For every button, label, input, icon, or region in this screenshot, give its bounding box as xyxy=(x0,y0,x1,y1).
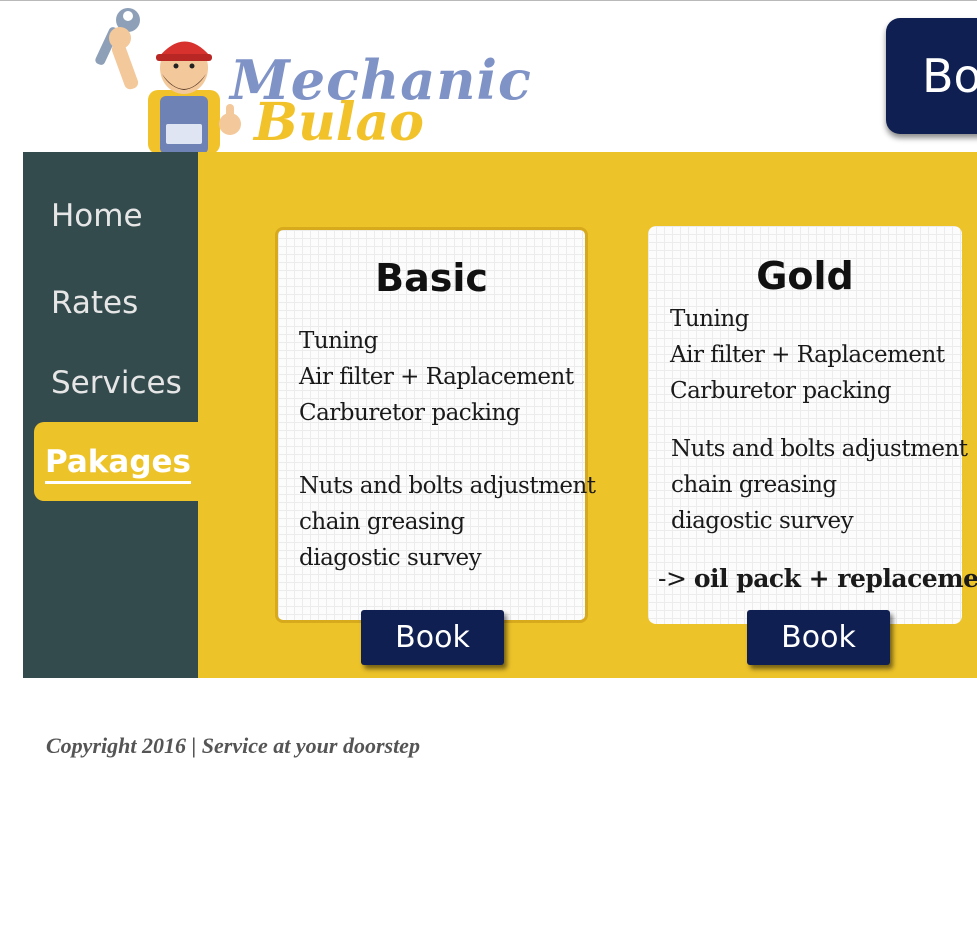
package-card-basic: Basic Tuning Air filter + Raplacement Ca… xyxy=(275,227,596,623)
feature-item: Carburetor packing xyxy=(670,378,892,404)
feature-item: diagostic survey xyxy=(671,508,854,534)
arrow-prefix: -> xyxy=(658,564,687,593)
mechanic-mascot-icon xyxy=(95,8,241,154)
header-book-button[interactable]: Book xyxy=(886,18,977,134)
feature-item: diagostic survey xyxy=(299,545,482,571)
top-divider xyxy=(0,0,977,1)
package-title: Basic xyxy=(375,256,488,300)
book-basic-button[interactable]: Book xyxy=(361,610,504,665)
nav-item-home[interactable]: Home xyxy=(51,198,143,234)
brand-logo[interactable]: Mechanic Bulao xyxy=(90,4,531,154)
feature-item: Nuts and bolts adjustment xyxy=(299,473,596,499)
gold-extra-feature: -> oil pack + replacement xyxy=(658,564,977,593)
feature-item: Nuts and bolts adjustment xyxy=(671,436,968,462)
feature-item: Carburetor packing xyxy=(299,400,521,426)
feature-item: Air filter + Raplacement xyxy=(299,364,574,390)
packages-section: Basic Tuning Air filter + Raplacement Ca… xyxy=(198,152,977,678)
nav-item-rates[interactable]: Rates xyxy=(51,285,138,321)
footer-copyright: Copyright 2016 | Service at your doorste… xyxy=(46,733,420,758)
extra-feature-label: oil pack + replacement xyxy=(693,564,977,593)
sidebar-nav: Home Rates Services Pakages xyxy=(23,152,234,678)
package-title: Gold xyxy=(756,254,854,298)
nav-item-pakages-label: Pakages xyxy=(45,444,192,484)
brand-name-bulao: Bulao xyxy=(254,92,424,153)
book-gold-button[interactable]: Book xyxy=(747,610,890,665)
feature-item: chain greasing xyxy=(299,509,465,535)
feature-item: Air filter + Raplacement xyxy=(670,342,945,368)
feature-item: chain greasing xyxy=(671,472,837,498)
nav-item-services[interactable]: Services xyxy=(51,365,182,401)
package-card-gold: Gold Tuning Air filter + Raplacement Car… xyxy=(648,226,977,624)
feature-item: Tuning xyxy=(670,306,749,332)
feature-item: Tuning xyxy=(299,328,378,354)
